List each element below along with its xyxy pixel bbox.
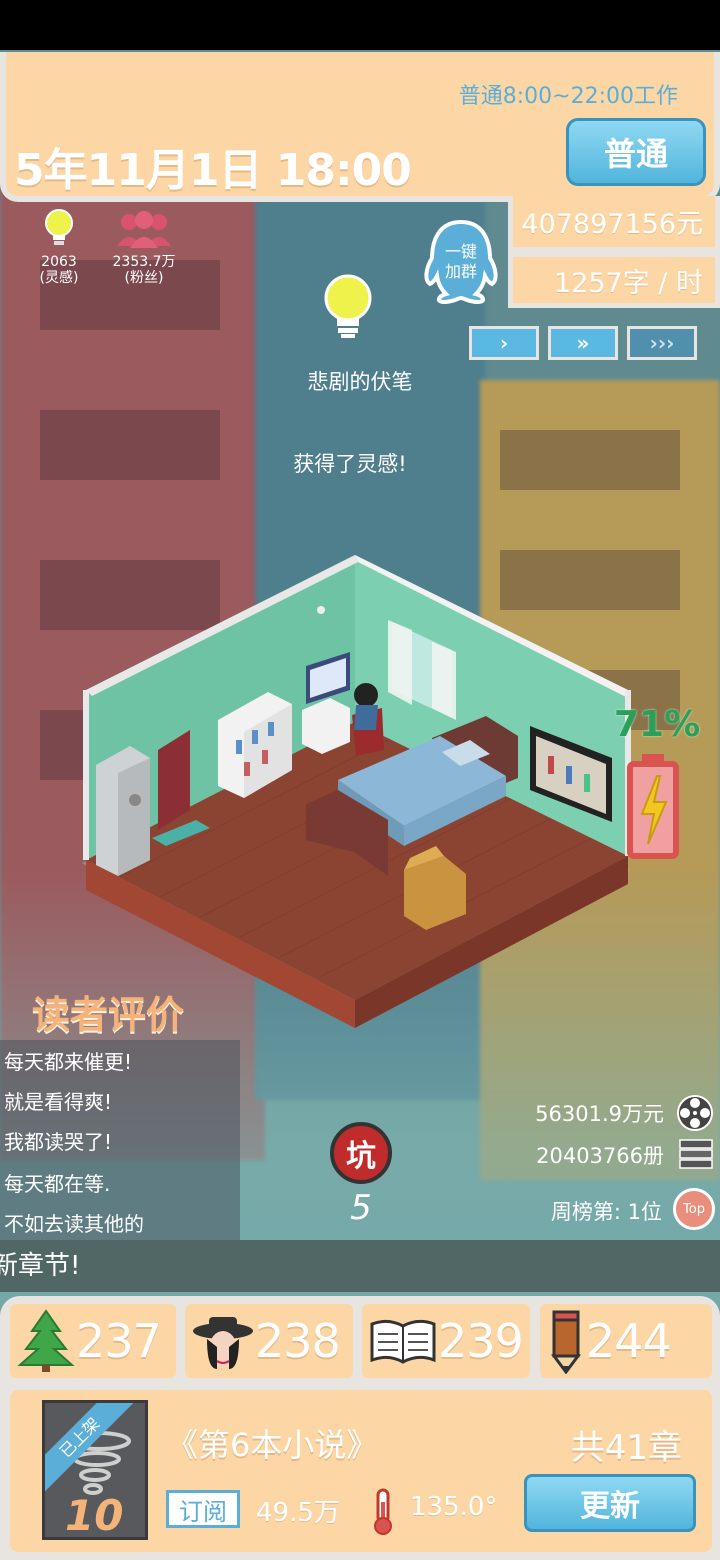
ticker-text: 新章节!: [0, 1251, 81, 1281]
pit-count: 5: [350, 1188, 372, 1228]
review-line: 每天都来催更!: [4, 1050, 133, 1074]
battery-percent: 71%: [614, 704, 701, 745]
review-line: 就是看得爽!: [4, 1090, 113, 1114]
reader-reviews-list: 每天都来催更! 就是看得爽! 我都读哭了! 每天都在等. 不如去读其他的: [0, 1040, 240, 1240]
update-button[interactable]: 更新: [524, 1474, 696, 1532]
current-novel-panel: 已上架 10 《第6本小说》 共41章 订阅 49.5万 135.0° 更新: [10, 1390, 712, 1552]
fans-stat[interactable]: 2353.7万 (粉丝): [112, 208, 176, 286]
film-reel-icon[interactable]: [676, 1094, 714, 1132]
subscribe-label: 订阅: [166, 1490, 240, 1528]
fans-value: 2353.7万: [112, 254, 176, 270]
fans-icon: [117, 211, 171, 248]
work-mode-button[interactable]: 普通: [566, 118, 706, 186]
inspiration-stat[interactable]: 2063 (灵感): [28, 208, 90, 286]
pencil-icon: [551, 1310, 581, 1374]
top-ranking-button[interactable]: Top: [673, 1188, 715, 1230]
subscriber-count: 49.5万: [256, 1498, 340, 1528]
resource-tree[interactable]: 237: [10, 1304, 176, 1378]
resource-pencil[interactable]: 244: [540, 1304, 712, 1378]
news-ticker: 新章节!: [0, 1240, 720, 1292]
money-display: 407897156元: [508, 196, 720, 252]
thermometer-icon: [374, 1488, 392, 1535]
join-group-button[interactable]: 一键 加群: [420, 218, 502, 306]
inspiration-value: 2063: [41, 254, 77, 270]
pit-button[interactable]: 坑: [330, 1122, 392, 1184]
resource-pencil-value: 244: [586, 1314, 672, 1368]
resource-book-value: 239: [438, 1314, 524, 1368]
resource-character-value: 238: [255, 1314, 341, 1368]
resource-book[interactable]: 239: [362, 1304, 530, 1378]
character-icon: [193, 1317, 253, 1369]
inspiration-label: (灵感): [39, 270, 79, 286]
top-panel: 普通8:00~22:00工作 5年11月1日 18:00 普通: [0, 52, 720, 202]
heat-value: 135.0°: [410, 1492, 498, 1522]
join-group-line1: 一键: [444, 242, 477, 261]
cover-number: 10: [65, 1491, 124, 1540]
resource-tree-value: 237: [76, 1314, 162, 1368]
speed-normal-button[interactable]: ›: [469, 326, 539, 360]
inspiration-bulb-icon: [324, 274, 372, 338]
novel-cover[interactable]: 已上架 10: [42, 1400, 148, 1540]
fans-label: (粉丝): [124, 270, 164, 286]
date-time-display: 5年11月1日 18:00: [14, 145, 412, 196]
reader-reviews-title: 读者评价: [32, 993, 185, 1037]
event-message: 获得了灵感!: [293, 452, 407, 476]
join-group-line2: 加群: [444, 262, 477, 281]
total-revenue: 56301.9万元: [535, 1102, 664, 1126]
work-hours-label: 普通8:00~22:00工作: [458, 84, 678, 109]
battery-icon: [627, 754, 679, 859]
copies-sold: 20403766册: [536, 1144, 664, 1168]
novel-title: 《第6本小说》: [166, 1426, 379, 1464]
book-icon: [370, 1319, 436, 1364]
writing-speed-display: 1257字 / 时: [508, 252, 720, 308]
writer-room[interactable]: [0, 540, 720, 1040]
review-line: 每天都在等.: [4, 1172, 111, 1196]
chapter-count: 共41章: [570, 1428, 682, 1468]
books-stack-icon: [679, 1139, 713, 1169]
speed-fastest-button[interactable]: ›››: [627, 326, 697, 360]
event-title: 悲剧的伏笔: [307, 370, 413, 394]
lightbulb-icon: [45, 209, 73, 245]
tree-icon: [17, 1309, 75, 1372]
review-line: 不如去读其他的: [4, 1212, 144, 1236]
speed-fast-button[interactable]: »: [548, 326, 618, 360]
review-line: 我都读哭了!: [4, 1130, 113, 1154]
weekly-rank: 周榜第: 1位: [550, 1200, 662, 1224]
resource-character[interactable]: 238: [185, 1304, 353, 1378]
